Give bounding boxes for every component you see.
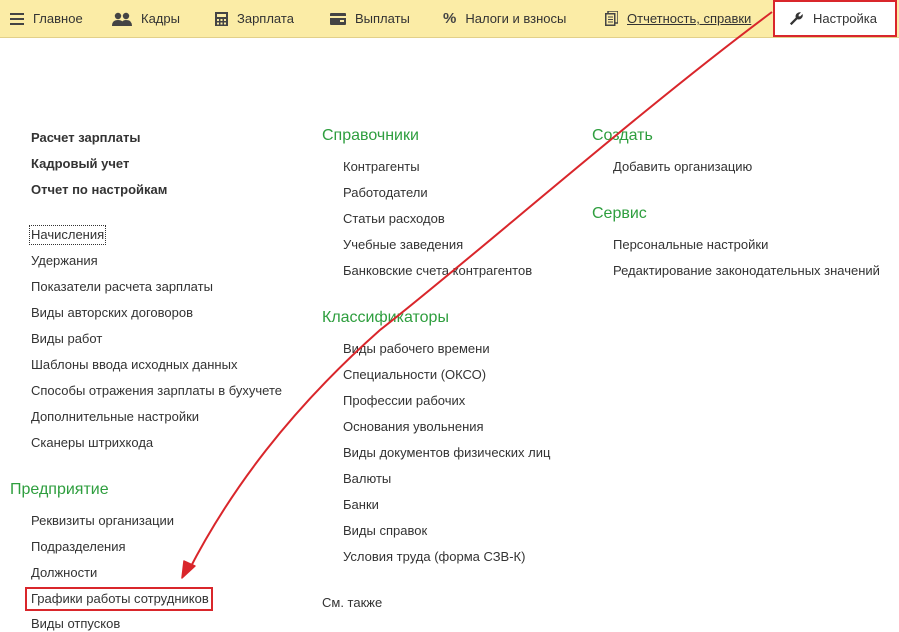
link-banks[interactable]: Банки (343, 497, 379, 513)
link-input-templates[interactable]: Шаблоны ввода исходных данных (31, 357, 237, 373)
tab-personnel[interactable]: Кадры (112, 0, 180, 37)
link-author-contract-types[interactable]: Виды авторских договоров (31, 305, 193, 321)
link-additional-settings[interactable]: Дополнительные настройки (31, 409, 199, 425)
link-accruals[interactable]: Начисления (28, 225, 107, 245)
link-organization-details[interactable]: Реквизиты организации (31, 513, 174, 529)
people-icon (112, 12, 132, 26)
percent-icon: % (443, 10, 457, 27)
wallet-icon (330, 12, 346, 25)
link-personal-settings[interactable]: Персональные настройки (613, 237, 768, 253)
tab-reports[interactable]: Отчетность, справки (605, 0, 751, 37)
link-personnel-accounting[interactable]: Кадровый учет (31, 156, 129, 172)
link-settings-report[interactable]: Отчет по настройкам (31, 182, 167, 198)
link-work-time-types[interactable]: Виды рабочего времени (343, 341, 490, 357)
link-work-types[interactable]: Виды работ (31, 331, 102, 347)
group-title-enterprise: Предприятие (10, 481, 109, 498)
link-positions[interactable]: Должности (31, 565, 97, 581)
link-employers[interactable]: Работодатели (343, 185, 428, 201)
link-counterparty-bank-accounts[interactable]: Банковские счета контрагентов (343, 263, 532, 279)
group-title-create: Создать (592, 127, 653, 144)
link-currencies[interactable]: Валюты (343, 471, 391, 487)
wrench-icon (789, 11, 804, 26)
link-edit-legislative-values[interactable]: Редактирование законодательных значений (613, 263, 880, 279)
tab-personnel-label: Кадры (141, 11, 180, 26)
menu-lines-icon (10, 12, 24, 25)
tab-payments[interactable]: Выплаты (330, 0, 410, 37)
link-payroll-calculation[interactable]: Расчет зарплаты (31, 130, 140, 146)
link-specialties-okso[interactable]: Специальности (ОКСО) (343, 367, 486, 383)
link-deductions[interactable]: Удержания (31, 253, 98, 269)
group-title-directories: Справочники (322, 127, 419, 144)
link-barcode-scanners[interactable]: Сканеры штрихкода (31, 435, 153, 451)
tab-taxes-label: Налоги и взносы (465, 11, 567, 26)
calculator-icon (215, 11, 228, 26)
tab-salary[interactable]: Зарплата (215, 0, 294, 37)
tab-taxes[interactable]: % Налоги и взносы (443, 0, 566, 37)
link-counterparties[interactable]: Контрагенты (343, 159, 420, 175)
link-expense-items[interactable]: Статьи расходов (343, 211, 445, 227)
link-add-organization[interactable]: Добавить организацию (613, 159, 752, 175)
tab-main-label: Главное (33, 11, 83, 26)
documents-icon (605, 11, 618, 26)
link-see-also[interactable]: См. также (322, 595, 382, 611)
link-departments[interactable]: Подразделения (31, 539, 126, 555)
link-vacation-types[interactable]: Виды отпусков (31, 616, 120, 632)
section-panel: Главное Кадры Зарплата Выплаты % Налоги … (0, 0, 899, 38)
link-worker-professions[interactable]: Профессии рабочих (343, 393, 465, 409)
link-person-document-types[interactable]: Виды документов физических лиц (343, 445, 550, 461)
link-educational-institutions[interactable]: Учебные заведения (343, 237, 463, 253)
tab-settings[interactable]: Настройка (773, 0, 897, 37)
tab-salary-label: Зарплата (237, 11, 294, 26)
link-accounting-reflection[interactable]: Способы отражения зарплаты в бухучете (31, 383, 282, 399)
tab-payments-label: Выплаты (355, 11, 410, 26)
tab-main[interactable]: Главное (10, 0, 83, 37)
tab-reports-label: Отчетность, справки (627, 11, 752, 26)
link-certificate-types[interactable]: Виды справок (343, 523, 427, 539)
link-working-conditions[interactable]: Условия труда (форма СЗВ-К) (343, 549, 525, 565)
group-title-classifiers: Классификаторы (322, 309, 449, 326)
group-title-service: Сервис (592, 205, 647, 222)
link-dismissal-grounds[interactable]: Основания увольнения (343, 419, 484, 435)
link-payroll-indicators[interactable]: Показатели расчета зарплаты (31, 279, 213, 295)
tab-settings-label: Настройка (813, 11, 877, 26)
annotation-highlight-box (25, 587, 213, 611)
